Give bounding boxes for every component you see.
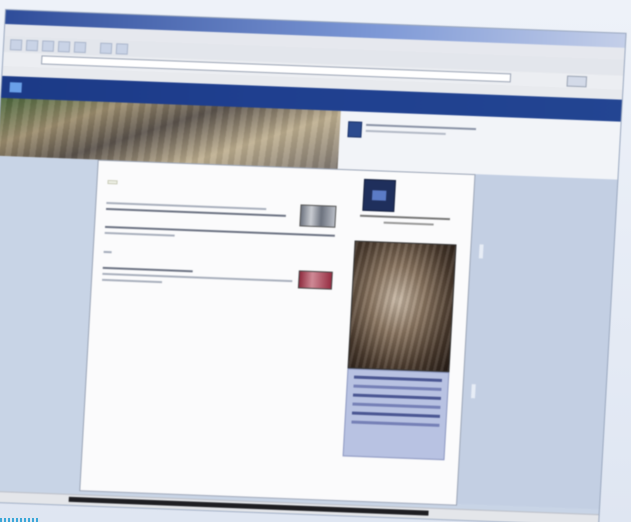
info-line[interactable] [353, 375, 443, 383]
info-line[interactable] [351, 420, 440, 427]
refresh-icon[interactable] [57, 41, 71, 53]
info-line[interactable] [352, 393, 442, 400]
info-line[interactable] [352, 402, 441, 409]
go-button[interactable] [566, 75, 588, 88]
scroll-marker[interactable] [478, 244, 484, 259]
banner-text-line [365, 129, 446, 135]
forward-icon[interactable] [25, 39, 39, 52]
header-banner-right [337, 110, 621, 180]
emblem-caption [359, 214, 451, 221]
browser-window [0, 10, 626, 522]
small-button[interactable] [103, 250, 112, 254]
info-line[interactable] [353, 384, 442, 391]
portrait-photo[interactable] [347, 240, 457, 373]
photo-of-screen [0, 0, 631, 522]
desk-edge-pattern [0, 518, 40, 522]
video-thumbnail[interactable] [297, 270, 333, 290]
home-icon[interactable] [73, 41, 87, 54]
banner-icon [347, 121, 363, 138]
main-content [79, 159, 476, 506]
article-entry [104, 225, 344, 247]
favorites-icon[interactable] [115, 43, 129, 55]
photo-thumbnail[interactable] [299, 204, 337, 228]
header-banner-image [0, 97, 341, 169]
text-line [102, 278, 163, 284]
sidebar [338, 175, 466, 501]
emblem-caption [383, 221, 434, 226]
back-icon[interactable] [9, 39, 23, 51]
emblem-icon[interactable] [362, 178, 397, 213]
text-line [104, 231, 175, 237]
info-line[interactable] [351, 411, 441, 418]
right-gutter [457, 174, 618, 510]
scroll-marker[interactable] [470, 384, 476, 399]
stop-icon[interactable] [41, 40, 55, 52]
banner-text-line [366, 123, 477, 131]
search-icon[interactable] [99, 42, 113, 55]
sidebar-info-box [342, 368, 450, 461]
section-tab[interactable] [107, 180, 118, 185]
page-viewport [0, 75, 622, 518]
site-logo-icon[interactable] [9, 82, 22, 93]
text-line[interactable] [102, 266, 193, 273]
